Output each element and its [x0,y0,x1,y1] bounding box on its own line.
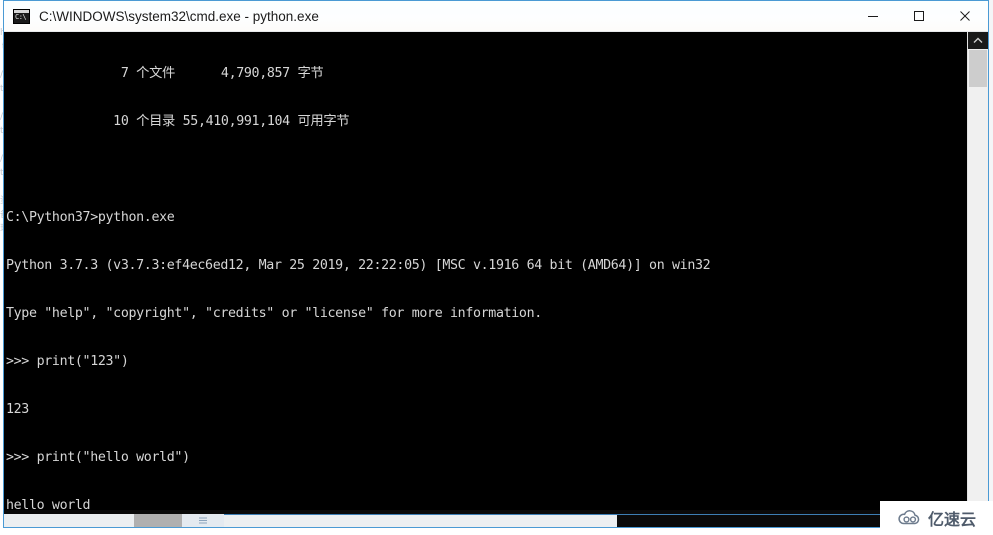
scroll-right-button[interactable] [182,514,224,527]
cmd-console-icon: C:\ [13,8,30,24]
window-title: C:\WINDOWS\system32\cmd.exe - python.exe [39,8,319,24]
scroll-up-button[interactable] [968,32,988,49]
maximize-button[interactable] [896,1,942,31]
icon-prompt-text: C:\ [15,12,27,21]
minimize-button[interactable] [850,1,896,31]
console-line: 7 个文件 4,790,857 字节 [6,66,324,81]
console-line: >>> print("hello world") [6,450,190,465]
console-line: Type "help", "copyright", "credits" or "… [6,306,542,321]
watermark-text: 亿速云 [927,510,976,529]
scrollbar-thumb[interactable] [969,50,987,87]
console-line: 123 [6,402,29,417]
console-line: Python 3.7.3 (v3.7.3:ef4ec6ed12, Mar 25 … [6,258,711,273]
chevron-up-icon [973,37,983,43]
horizontal-scrollbar-thumb[interactable] [134,514,182,527]
window-controls[interactable] [850,1,988,31]
maximize-icon [914,11,924,21]
console-window[interactable]: C:\ C:\WINDOWS\system32\cmd.exe - python… [3,0,989,528]
close-button[interactable] [942,1,988,31]
console-line: 10 个目录 55,410,991,104 可用字节 [6,114,350,129]
cloud-logo-icon [898,510,920,525]
console-line: C:\Python37>python.exe [6,210,175,225]
vertical-scrollbar[interactable] [967,32,988,510]
console-line: >>> print("123") [6,354,129,369]
console-text: 7 个文件 4,790,857 字节 10 个目录 55,410,991,104… [6,34,964,527]
horizontal-scrollbar[interactable] [4,510,988,527]
title-bar[interactable]: C:\ C:\WINDOWS\system32\cmd.exe - python… [4,1,988,32]
chevron-right-icon [199,517,207,524]
close-icon [960,11,970,21]
horizontal-scrollbar-track[interactable] [4,514,617,527]
console-output-area[interactable]: 7 个文件 4,790,857 字节 10 个目录 55,410,991,104… [4,32,988,527]
horizontal-scrollbar-edge [224,514,988,515]
minimize-icon [868,16,878,17]
watermark: 亿速云 [880,501,993,535]
